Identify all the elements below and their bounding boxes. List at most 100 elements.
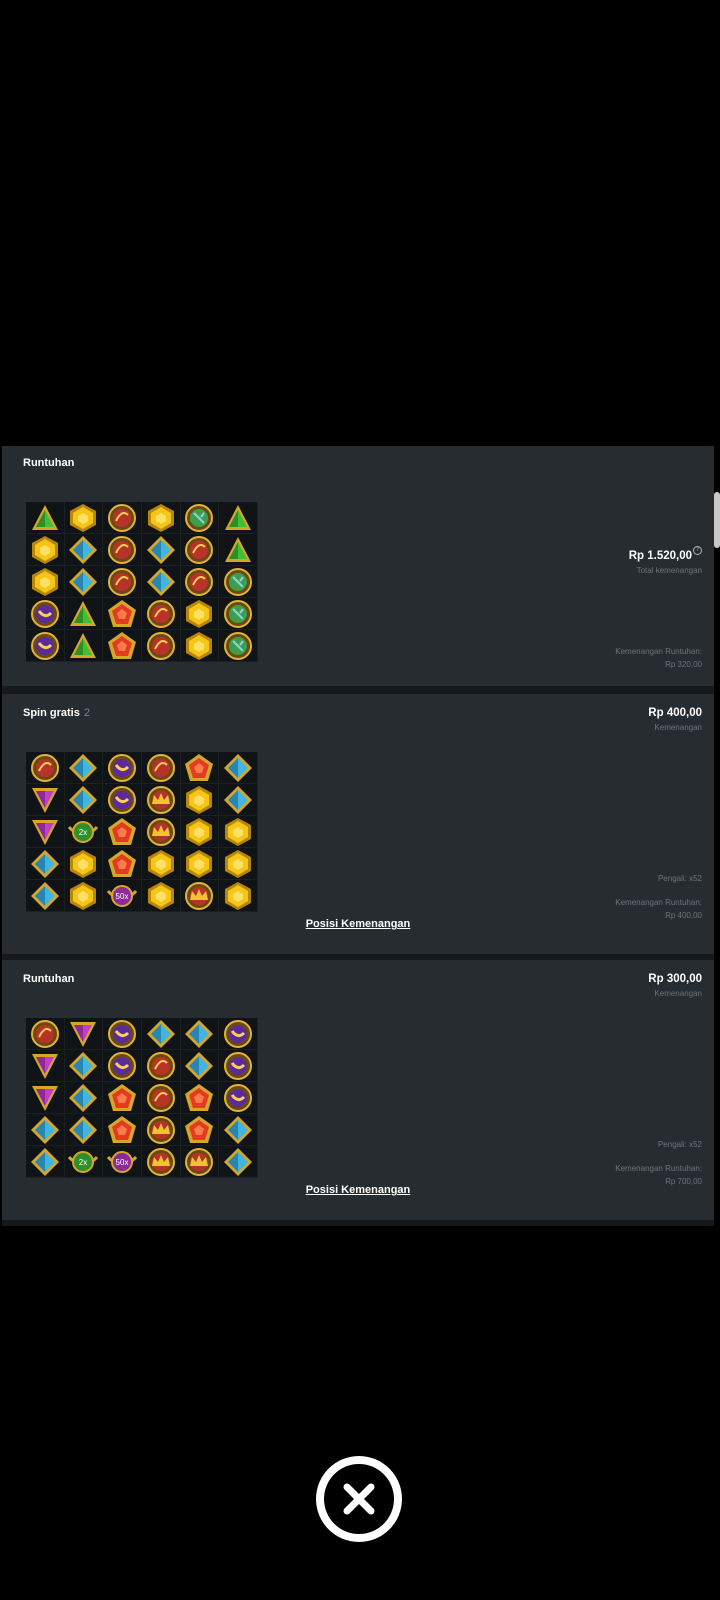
purple-orb-symbol-icon (26, 630, 65, 662)
win-positions-link[interactable]: Posisi Kemenangan (2, 1184, 714, 1196)
svg-text:50x: 50x (116, 892, 129, 901)
symbol-grid: 2x 50x (26, 752, 258, 912)
scrollbar[interactable] (714, 492, 720, 548)
blue-diamond-symbol-icon (64, 534, 104, 566)
red-pent-symbol-icon (103, 598, 142, 630)
red-orb-symbol-icon (26, 752, 65, 784)
history-panel[interactable]: Runtuhan Rp 1.520,00? Total kemenangan K… (2, 446, 714, 1226)
history-card-cascade-2: Runtuhan Rp 300,00 Kemenangan 2x 50x Peng… (2, 960, 714, 1220)
blue-diamond-symbol-icon (64, 1050, 104, 1082)
red-orb-symbol-icon (180, 534, 220, 566)
yellow-hex-symbol-icon (142, 880, 181, 912)
red-orb-symbol-icon (103, 502, 142, 534)
green-tri-symbol-icon (26, 502, 65, 534)
blue-diamond-symbol-icon (26, 1114, 65, 1146)
red-pent-symbol-icon (103, 630, 142, 662)
mult-green-symbol-icon: 2x (64, 1146, 104, 1178)
win-positions-link[interactable]: Posisi Kemenangan (2, 918, 714, 930)
close-button[interactable] (316, 1456, 402, 1542)
svg-text:2x: 2x (79, 1158, 87, 1167)
close-icon (324, 1464, 394, 1534)
blue-diamond-symbol-icon (142, 566, 181, 598)
yellow-hex-symbol-icon (219, 848, 258, 880)
symbol-grid (26, 502, 258, 662)
blue-diamond-symbol-icon (64, 1114, 104, 1146)
symbol-grid: 2x 50x (26, 1018, 258, 1178)
crown-symbol-icon (142, 1114, 181, 1146)
mult-purple-symbol-icon: 50x (103, 880, 142, 912)
purple-orb-symbol-icon (103, 1050, 142, 1082)
history-card-free-spin: Spin gratis 2 Rp 400,00 Kemenangan 2x 50x … (2, 694, 714, 954)
yellow-hex-symbol-icon (219, 880, 258, 912)
green-orb-symbol-icon (219, 566, 258, 598)
cascade-win-label: Kemenangan Runtuhan: (615, 898, 702, 907)
yellow-hex-symbol-icon (180, 784, 220, 816)
total-win-caption: Total kemenangan (636, 566, 702, 575)
green-orb-symbol-icon (219, 630, 258, 662)
red-orb-symbol-icon (103, 566, 142, 598)
purple-tri-symbol-icon (26, 816, 65, 848)
blue-diamond-symbol-icon (64, 784, 104, 816)
blue-diamond-symbol-icon (219, 752, 258, 784)
red-pent-symbol-icon (180, 1114, 220, 1146)
card-title: Spin gratis 2 (23, 707, 90, 719)
yellow-hex-symbol-icon (142, 848, 181, 880)
red-orb-symbol-icon (142, 630, 181, 662)
win-amount: Rp 400,00 (648, 707, 702, 719)
red-orb-symbol-icon (142, 1050, 181, 1082)
yellow-hex-symbol-icon (219, 816, 258, 848)
mult-green-symbol-icon: 2x (64, 816, 104, 848)
crown-symbol-icon (180, 1146, 220, 1178)
card-title: Runtuhan (23, 457, 75, 469)
purple-orb-symbol-icon (219, 1050, 258, 1082)
green-tri-symbol-icon (64, 630, 104, 662)
blue-diamond-symbol-icon (64, 1082, 104, 1114)
green-orb-symbol-icon (219, 598, 258, 630)
red-orb-symbol-icon (180, 566, 220, 598)
blue-diamond-symbol-icon (219, 784, 258, 816)
green-tri-symbol-icon (219, 534, 258, 566)
red-orb-symbol-icon (142, 752, 181, 784)
cascade-win-value: Rp 320,00 (665, 660, 702, 669)
purple-orb-symbol-icon (103, 752, 142, 784)
blue-diamond-symbol-icon (26, 1146, 65, 1178)
purple-orb-symbol-icon (219, 1082, 258, 1114)
win-caption: Kemenangan (654, 989, 702, 998)
multiplier-label: Pengali: x52 (657, 1140, 702, 1149)
red-orb-symbol-icon (142, 1082, 181, 1114)
yellow-hex-symbol-icon (64, 880, 104, 912)
blue-diamond-symbol-icon (219, 1146, 258, 1178)
free-spin-count: 2 (83, 707, 90, 719)
info-icon[interactable]: ? (693, 546, 702, 555)
svg-text:50x: 50x (116, 1158, 129, 1167)
blue-diamond-symbol-icon (180, 1018, 220, 1050)
purple-tri-symbol-icon (26, 784, 65, 816)
purple-orb-symbol-icon (26, 598, 65, 630)
red-orb-symbol-icon (26, 1018, 65, 1050)
purple-tri-symbol-icon (26, 1050, 65, 1082)
svg-text:2x: 2x (79, 828, 87, 837)
purple-orb-symbol-icon (219, 1018, 258, 1050)
yellow-hex-symbol-icon (142, 502, 181, 534)
win-caption: Kemenangan (654, 723, 702, 732)
red-orb-symbol-icon (142, 598, 181, 630)
blue-diamond-symbol-icon (142, 534, 181, 566)
red-orb-symbol-icon (103, 534, 142, 566)
win-amount: Rp 300,00 (648, 973, 702, 985)
red-pent-symbol-icon (103, 1082, 142, 1114)
yellow-hex-symbol-icon (64, 502, 104, 534)
crown-symbol-icon (142, 816, 181, 848)
purple-orb-symbol-icon (103, 784, 142, 816)
blue-diamond-symbol-icon (219, 1114, 258, 1146)
crown-symbol-icon (142, 784, 181, 816)
crown-symbol-icon (142, 1146, 181, 1178)
blue-diamond-symbol-icon (64, 752, 104, 784)
crown-symbol-icon (180, 880, 220, 912)
green-orb-symbol-icon (180, 502, 220, 534)
purple-tri-symbol-icon (26, 1082, 65, 1114)
yellow-hex-symbol-icon (64, 848, 104, 880)
green-tri-symbol-icon (219, 502, 258, 534)
purple-tri-symbol-icon (64, 1018, 104, 1050)
blue-diamond-symbol-icon (64, 566, 104, 598)
red-pent-symbol-icon (180, 752, 220, 784)
